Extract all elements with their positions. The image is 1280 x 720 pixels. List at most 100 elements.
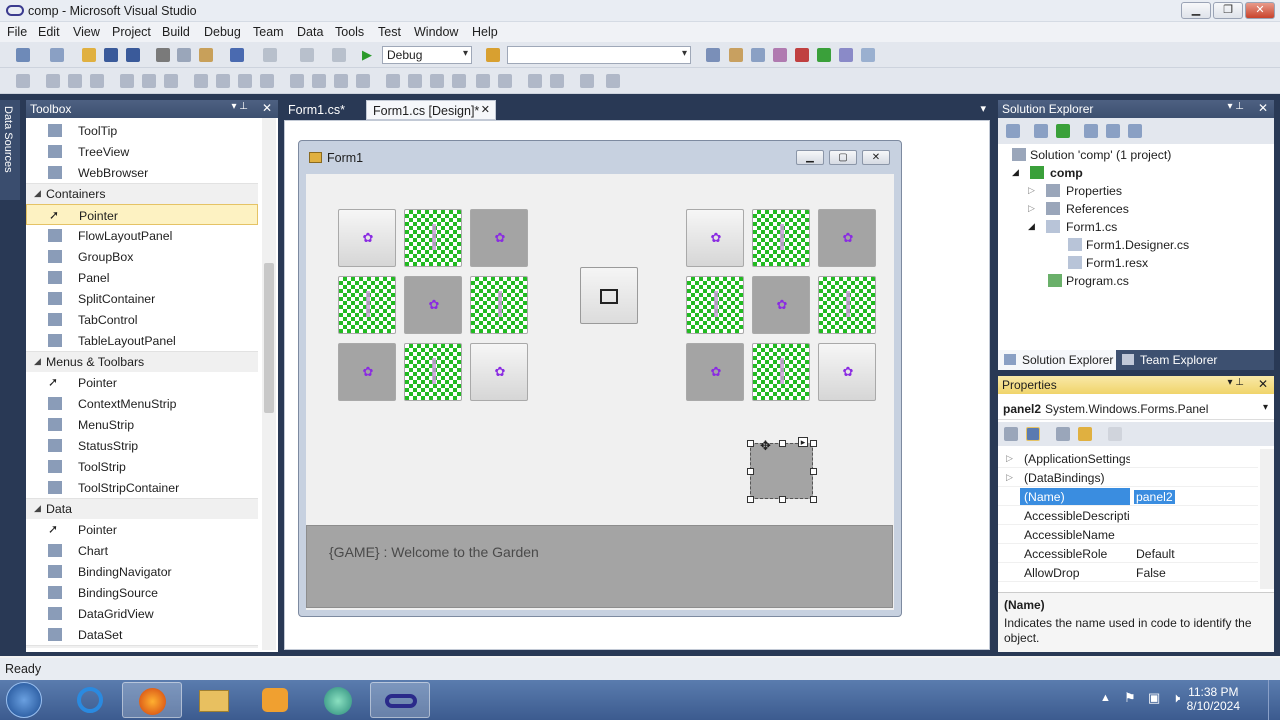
start-button[interactable] (6, 682, 42, 718)
expand-arrow-icon[interactable]: ◢ (1028, 221, 1035, 232)
tab-team-explorer[interactable]: Team Explorer (1120, 350, 1240, 370)
property-pages-icon[interactable] (1108, 427, 1122, 441)
toolbox-item[interactable]: BindingSource (26, 582, 258, 603)
view-code-icon[interactable] (1084, 124, 1098, 138)
add-item-icon[interactable] (50, 48, 64, 62)
file-explorer-icon[interactable] (184, 682, 244, 718)
garden-tile-flower[interactable]: ✿ (338, 209, 396, 267)
toolbox-item[interactable]: BindingNavigator (26, 561, 258, 582)
other-windows-icon[interactable] (861, 48, 875, 62)
paste-icon[interactable] (199, 48, 213, 62)
make-same-height-icon[interactable] (216, 74, 230, 88)
send-to-back-icon[interactable] (550, 74, 564, 88)
resize-handle[interactable] (779, 496, 786, 503)
menu-project[interactable]: Project (112, 25, 151, 39)
navigate-backward-icon[interactable] (300, 48, 314, 62)
navigate-forward-icon[interactable] (332, 48, 346, 62)
menu-debug[interactable]: Debug (204, 25, 241, 39)
resize-handle[interactable] (747, 496, 754, 503)
menu-view[interactable]: View (73, 25, 100, 39)
menu-edit[interactable]: Edit (38, 25, 60, 39)
toolbox-item[interactable]: WebBrowser (26, 162, 258, 183)
save-all-icon[interactable] (126, 48, 140, 62)
center-button[interactable] (580, 267, 638, 324)
class-diagram-icon[interactable] (1128, 124, 1142, 138)
close-icon[interactable]: ✕ (262, 101, 272, 115)
move-glyph-icon[interactable]: ✥ (760, 438, 771, 454)
garden-tile-check[interactable] (752, 209, 810, 267)
solution-configuration-dropdown[interactable]: Debug (382, 46, 472, 64)
align-tops-icon[interactable] (120, 74, 134, 88)
center-horizontally-icon[interactable] (476, 74, 490, 88)
menu-data[interactable]: Data (297, 25, 323, 39)
scrollbar-thumb[interactable] (264, 263, 274, 413)
toolbox-item[interactable]: ➚ Pointer (26, 519, 258, 540)
toolbox-item[interactable]: FlowLayoutPanel (26, 225, 258, 246)
toolbox-item[interactable]: DataSet (26, 624, 258, 645)
toolbox-item[interactable]: SplitContainer (26, 288, 258, 309)
property-row[interactable]: ▷ (ApplicationSettings) (998, 449, 1258, 468)
resize-handle[interactable] (747, 440, 754, 447)
game-status-panel[interactable]: {GAME} : Welcome to the Garden (306, 525, 893, 608)
remove-horizontal-spacing-icon[interactable] (356, 74, 370, 88)
align-lefts-icon[interactable] (46, 74, 60, 88)
close-icon[interactable]: ✕ (1258, 101, 1268, 115)
garden-tile-flower[interactable]: ✿ (818, 343, 876, 401)
redo-icon[interactable] (263, 48, 277, 62)
toolbox-section[interactable]: ◢ Containers (26, 183, 258, 204)
increase-vertical-spacing-icon[interactable] (408, 74, 422, 88)
view-designer-icon[interactable] (1106, 124, 1120, 138)
make-same-width-icon[interactable] (194, 74, 208, 88)
garden-tile-check[interactable] (818, 276, 876, 334)
toolbox-item[interactable]: MenuStrip (26, 414, 258, 435)
garden-tile-check[interactable] (752, 343, 810, 401)
garden-tile-gray[interactable]: ✿ (404, 276, 462, 334)
show-all-files-icon[interactable] (1034, 124, 1048, 138)
garden-tile-check[interactable] (338, 276, 396, 334)
properties-scrollbar[interactable] (1260, 449, 1274, 589)
menu-file[interactable]: File (7, 25, 27, 39)
property-row[interactable]: AllowDrop False (998, 563, 1258, 582)
toolbox-item[interactable]: GroupBox (26, 246, 258, 267)
save-icon[interactable] (104, 48, 118, 62)
firefox-icon[interactable] (122, 682, 182, 718)
lock-controls-icon[interactable] (606, 74, 620, 88)
remove-vertical-spacing-icon[interactable] (452, 74, 466, 88)
center-vertically-icon[interactable] (498, 74, 512, 88)
toolbox-item[interactable]: ToolStripContainer (26, 477, 258, 498)
toolbox-item[interactable]: ToolStrip (26, 456, 258, 477)
garden-tile-flower[interactable]: ✿ (686, 209, 744, 267)
toolbox-item[interactable]: ➚ Pointer (26, 372, 258, 393)
menu-tools[interactable]: Tools (335, 25, 364, 39)
open-file-icon[interactable] (82, 48, 96, 62)
toolbox-item[interactable]: ➚ Pointer (26, 204, 258, 225)
volume-muted-icon[interactable]: 🕨 (1172, 690, 1180, 706)
toolbox-item[interactable]: TabControl (26, 309, 258, 330)
garden-tile-flower[interactable]: ✿ (470, 343, 528, 401)
network-icon[interactable]: ▣ (1148, 690, 1160, 706)
property-row[interactable]: ▷ (DataBindings) (998, 468, 1258, 487)
garden-tile-gray[interactable]: ✿ (752, 276, 810, 334)
expand-arrow-icon[interactable]: ◢ (34, 503, 41, 514)
resize-handle[interactable] (747, 468, 754, 475)
toolbox-section[interactable]: ◢ Menus & Toolbars (26, 351, 258, 372)
resize-handle[interactable] (810, 496, 817, 503)
copy-icon[interactable] (177, 48, 191, 62)
align-middles-icon[interactable] (142, 74, 156, 88)
garden-tile-check[interactable] (686, 276, 744, 334)
property-row-name[interactable]: (Name) panel2 (998, 487, 1258, 506)
tab-overflow-icon[interactable]: ▾ (980, 102, 986, 115)
garden-tile-gray[interactable]: ✿ (686, 343, 744, 401)
properties-view-icon[interactable] (1056, 427, 1070, 441)
expand-arrow-icon[interactable]: ◢ (1012, 167, 1019, 178)
minimize-button[interactable]: ▁ (1181, 2, 1211, 19)
pin-icon[interactable]: ▾ ⊥ (1227, 377, 1244, 388)
panel2-selected[interactable]: ✥ ▸ (747, 437, 817, 503)
garden-tile-check[interactable] (404, 343, 462, 401)
align-centers-icon[interactable] (68, 74, 82, 88)
align-bottoms-icon[interactable] (164, 74, 178, 88)
horizontal-spacing-icon[interactable] (290, 74, 304, 88)
toolbox-section[interactable]: ◢Components (26, 645, 258, 648)
toolbox-item[interactable]: TableLayoutPanel (26, 330, 258, 351)
tab-form1-design[interactable]: Form1.cs [Design]* ✕ (366, 100, 496, 120)
